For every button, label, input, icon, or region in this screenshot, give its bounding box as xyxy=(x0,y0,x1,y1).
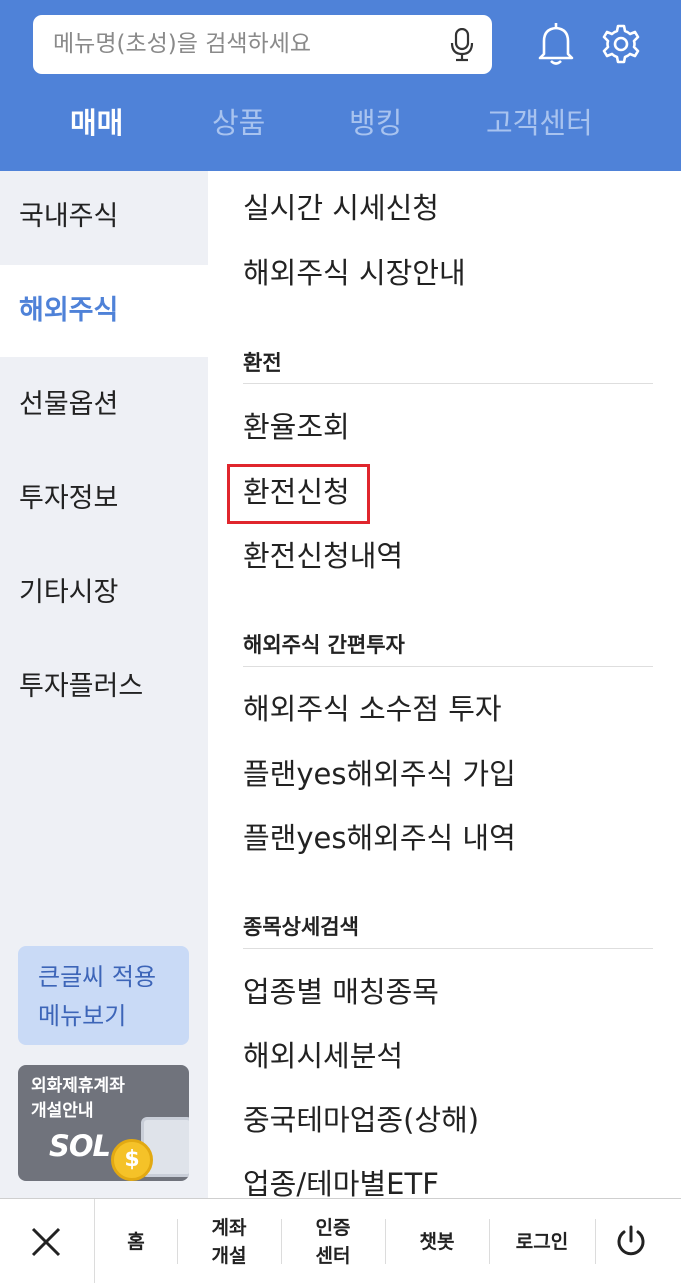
nav-chatbot-button[interactable]: 챗봇 xyxy=(386,1199,488,1283)
large-font-label-line1: 큰글씨 적용 xyxy=(38,963,157,991)
nav-login-button[interactable]: 로그인 xyxy=(490,1199,594,1283)
sol-logo: SOL xyxy=(49,1129,111,1163)
close-icon xyxy=(31,1227,61,1257)
section-title-exchange: 환전 xyxy=(243,351,282,375)
menu-link-overseas-analysis[interactable]: 해외시세분석 xyxy=(243,1036,403,1076)
nav-certificate-label1: 인증 xyxy=(315,1216,351,1239)
menu-link-fractional-invest[interactable]: 해외주식 소수점 투자 xyxy=(243,689,502,729)
nav-open-account-label2: 개설 xyxy=(211,1244,247,1267)
menu-link-market-guide[interactable]: 해외주식 시장안내 xyxy=(243,253,466,293)
nav-home-button[interactable]: 홈 xyxy=(96,1199,176,1283)
large-font-menu-button[interactable]: 큰글씨 적용 메뉴보기 xyxy=(18,946,189,1045)
close-button[interactable] xyxy=(0,1199,95,1283)
nav-login-label: 로그인 xyxy=(515,1230,569,1253)
nav-chatbot-label: 챗봇 xyxy=(419,1230,455,1253)
bottom-navigation-bar: 홈 계좌 개설 인증 센터 챗봇 로그인 xyxy=(0,1198,681,1283)
sidebar-item-other-markets[interactable]: 기타시장 xyxy=(0,547,208,639)
menu-link-theme-etf[interactable]: 업종/테마별ETF xyxy=(243,1164,439,1198)
coin-icon: $ xyxy=(111,1139,153,1181)
section-divider xyxy=(243,383,653,384)
menu-link-exchange-history[interactable]: 환전신청내역 xyxy=(243,536,403,576)
large-font-label-line2: 메뉴보기 xyxy=(38,1002,127,1030)
submenu-panel: 실시간 시세신청 해외주식 시장안내 환전 환율조회 환전신청 환전신청내역 해… xyxy=(208,171,681,1198)
sidebar-item-investment-info[interactable]: 투자정보 xyxy=(0,453,208,545)
highlight-box xyxy=(227,464,370,524)
section-divider xyxy=(243,666,653,667)
top-tab-bar: 매매 상품 뱅킹 고객센터 xyxy=(0,100,681,150)
sidebar-item-domestic-stocks[interactable]: 국내주식 xyxy=(0,171,208,263)
category-sidebar: 국내주식 해외주식 선물옵션 투자정보 기타시장 투자플러스 큰글씨 적용 메뉴… xyxy=(0,171,208,1198)
menu-link-industry-match[interactable]: 업종별 매칭종목 xyxy=(243,972,439,1012)
search-input[interactable]: 메뉴명(초성)을 검색하세요 xyxy=(33,15,492,74)
menu-link-realtime-quote[interactable]: 실시간 시세신청 xyxy=(243,188,439,228)
nav-home-label: 홈 xyxy=(127,1230,145,1253)
sidebar-item-futures-options[interactable]: 선물옵션 xyxy=(0,359,208,451)
menu-link-exchange-rate[interactable]: 환율조회 xyxy=(243,407,350,447)
app-header: 메뉴명(초성)을 검색하세요 매매 상품 뱅킹 고객센터 xyxy=(0,0,681,171)
menu-link-planyes-join[interactable]: 플랜yes해외주식 가입 xyxy=(243,754,516,794)
nav-open-account-button[interactable]: 계좌 개설 xyxy=(178,1199,280,1283)
microphone-icon[interactable] xyxy=(450,28,474,62)
tab-products[interactable]: 상품 xyxy=(212,100,265,146)
sidebar-item-overseas-stocks[interactable]: 해외주식 xyxy=(0,265,208,357)
section-divider xyxy=(243,948,653,949)
settings-gear-icon[interactable] xyxy=(601,24,641,64)
search-placeholder: 메뉴명(초성)을 검색하세요 xyxy=(53,31,312,57)
tab-trading[interactable]: 매매 xyxy=(70,100,123,146)
nav-certificate-label2: 센터 xyxy=(315,1244,351,1267)
section-title-easy-invest: 해외주식 간편투자 xyxy=(243,633,405,657)
tab-customer-center[interactable]: 고객센터 xyxy=(486,100,593,146)
section-title-stock-search: 종목상세검색 xyxy=(243,915,359,939)
menu-link-china-theme[interactable]: 중국테마업종(상해) xyxy=(243,1100,479,1140)
menu-link-planyes-history[interactable]: 플랜yes해외주식 내역 xyxy=(243,818,516,858)
fx-account-banner[interactable]: 외화제휴계좌 개설안내 SOL $ xyxy=(18,1065,189,1181)
sidebar-item-invest-plus[interactable]: 투자플러스 xyxy=(0,641,208,733)
nav-certificate-button[interactable]: 인증 센터 xyxy=(282,1199,384,1283)
banner-line1: 외화제휴계좌 xyxy=(31,1076,125,1096)
power-icon xyxy=(617,1225,645,1255)
tab-banking[interactable]: 뱅킹 xyxy=(349,100,402,146)
notification-bell-icon[interactable] xyxy=(536,22,576,66)
nav-open-account-label1: 계좌 xyxy=(211,1216,247,1239)
power-button[interactable] xyxy=(596,1199,666,1283)
